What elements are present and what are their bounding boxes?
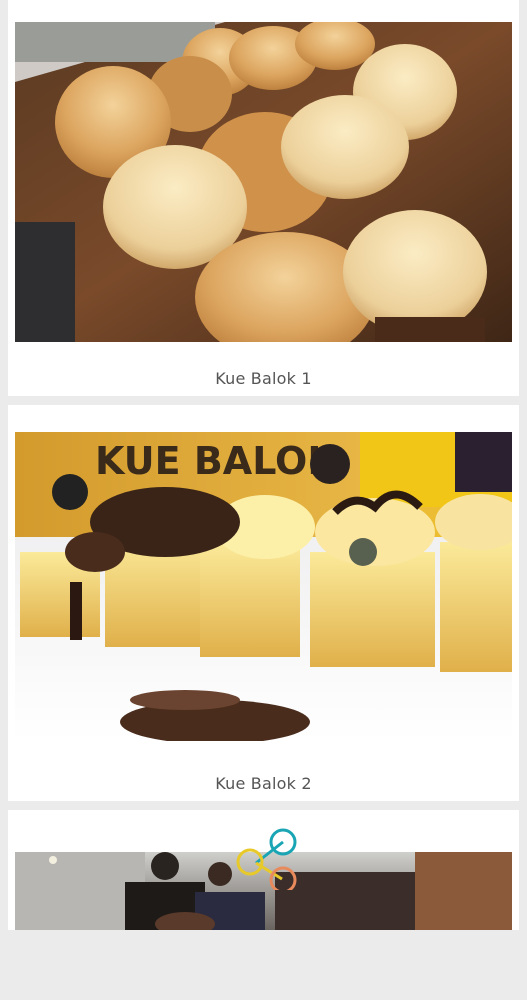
feed-card[interactable] xyxy=(8,810,519,930)
feed-card[interactable]: KUE BALOK Kue Balok 2 xyxy=(8,405,519,801)
item-caption: Kue Balok 1 xyxy=(215,369,312,388)
empty-background xyxy=(0,930,527,1000)
cake-photo[interactable] xyxy=(15,22,512,342)
topped-cakes-image: KUE BALOK xyxy=(15,432,512,741)
cake-photo[interactable]: KUE BALOK xyxy=(15,432,512,741)
box-label: KUE BALOK xyxy=(95,439,338,483)
feed-list[interactable]: Kue Balok 1 KUE BALOK Kue Balok 2 xyxy=(0,0,527,1000)
share-icon[interactable] xyxy=(230,824,302,890)
item-caption: Kue Balok 2 xyxy=(215,774,312,793)
baked-cakes-image xyxy=(15,22,512,342)
feed-card[interactable]: Kue Balok 1 xyxy=(8,0,519,396)
